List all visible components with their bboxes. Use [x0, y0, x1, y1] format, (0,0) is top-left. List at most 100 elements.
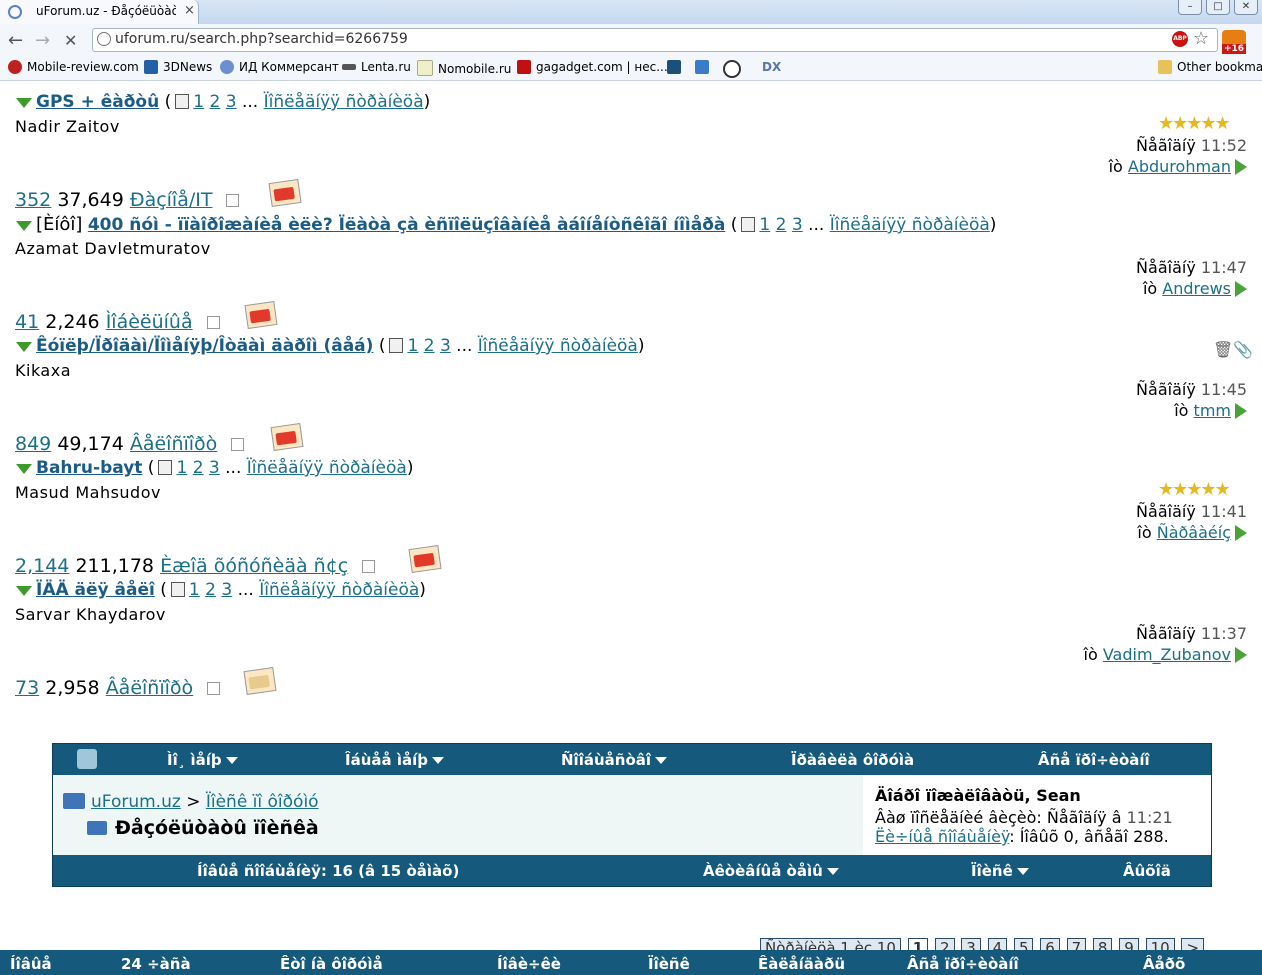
replies-link[interactable]: 73 [15, 677, 39, 699]
page-link[interactable]: 2 [205, 580, 216, 600]
search-link[interactable]: Ïîèñê [648, 955, 690, 973]
tab-close-icon[interactable]: × [184, 3, 195, 18]
new-posts-link[interactable]: Íîâûå ñîîáùåíèÿ: 16 (â 15 òåìàõ) [197, 862, 459, 880]
mark-all-read-link[interactable]: Âñå ïðî÷èòàíî [1038, 751, 1150, 769]
page-link[interactable]: 2 [424, 336, 435, 356]
thread-title-link[interactable]: Êóïëþ/Ïðîäàì/Ïîìåíÿþ/Îòäàì äàðîì (âåá) [36, 336, 373, 356]
replies-link[interactable]: 41 [15, 311, 39, 333]
go-to-last-post-icon[interactable] [1235, 159, 1247, 175]
bookmark-item[interactable]: 3DNews [144, 60, 212, 74]
page-link[interactable]: 1 [189, 580, 200, 600]
forward-button[interactable]: → [35, 30, 50, 51]
calendar-link[interactable]: Êàëåíäàðü [758, 955, 845, 973]
close-window-button[interactable]: ✕ [1234, 0, 1258, 15]
go-to-first-unread-icon[interactable] [16, 342, 32, 352]
bookmark-item[interactable]: Lenta.ru [342, 60, 411, 74]
bookmark-item[interactable]: DX [762, 60, 781, 74]
stop-button[interactable]: ✕ [64, 31, 77, 50]
select-checkbox[interactable] [207, 682, 221, 695]
search-menu[interactable]: Ïîèñê [971, 862, 1029, 880]
general-menu[interactable]: Îáùåå ìåíþ [345, 751, 444, 769]
last-poster-link[interactable]: tmm [1194, 401, 1231, 420]
bookmark-label: gagadget.com | нес... [536, 60, 668, 74]
thread-title-link[interactable]: 400 ñóì - ïïàîðîæàíèå èëè? Ïëàòà çà èñïî… [88, 215, 726, 235]
rss-icon[interactable] [77, 749, 97, 769]
adblock-icon[interactable]: ABP [1172, 31, 1188, 47]
page-link[interactable]: 1 [176, 458, 187, 478]
private-messages-link[interactable]: Ëè÷íûå ñîîáùåíèÿ [875, 827, 1009, 846]
go-to-first-unread-icon[interactable] [16, 464, 32, 474]
24h-link[interactable]: 24 ÷àñà [121, 955, 191, 973]
bookmark-item[interactable] [667, 60, 686, 74]
page-link[interactable]: 2 [209, 92, 220, 112]
active-topics-menu[interactable]: Àêòèâíûå òåìû [703, 862, 839, 880]
go-to-first-unread-icon[interactable] [16, 586, 32, 596]
breadcrumb-section-link[interactable]: Ïîèñê ïî ôîðóìó [206, 792, 319, 812]
breadcrumb-root-link[interactable]: uForum.uz [91, 792, 181, 812]
forum-rules-link[interactable]: Ïðàâèëà ôîðóìà [791, 751, 914, 769]
select-checkbox[interactable] [206, 316, 220, 329]
page-link[interactable]: 1 [759, 215, 770, 235]
last-page-link[interactable]: Ïîñëåäíÿÿ ñòðàíèöà [247, 458, 407, 478]
page-link[interactable]: 1 [193, 92, 204, 112]
go-to-last-post-icon[interactable] [1235, 403, 1247, 419]
select-checkbox[interactable] [231, 438, 245, 451]
go-to-first-unread-icon[interactable] [16, 98, 32, 108]
page-link[interactable]: 3 [226, 92, 237, 112]
forum-link[interactable]: Ìîáèëüíûå [106, 311, 193, 333]
mark-read-link[interactable]: Âñå ïðî÷èòàíî [907, 955, 1019, 973]
other-bookmarks[interactable]: Other bookmar [1158, 60, 1262, 74]
bookmark-item[interactable]: Nomobile.ru [417, 60, 511, 76]
minimize-button[interactable]: – [1178, 0, 1202, 15]
bookmark-item[interactable]: ИД Коммерсант [220, 60, 339, 74]
my-menu[interactable]: Ìî¸ ìåíþ [167, 751, 238, 769]
bookmark-item[interactable] [723, 60, 746, 78]
who-online-link[interactable]: Êòî íà ôîðóìå [280, 955, 383, 973]
page-link[interactable]: 3 [209, 458, 220, 478]
bookmark-item[interactable]: gagadget.com | нес... [517, 60, 668, 74]
maximize-button[interactable]: □ [1206, 0, 1230, 15]
bookmark-item[interactable]: Mobile-review.com [8, 60, 139, 74]
thread-title-link[interactable]: Bahru-bayt [36, 458, 142, 478]
go-to-first-unread-icon[interactable] [16, 221, 32, 231]
page-link[interactable]: 3 [440, 336, 451, 356]
page-link[interactable]: 2 [776, 215, 787, 235]
thread-title-link[interactable]: ÏÄÄ äëÿ âåëî [36, 580, 155, 600]
page-link[interactable]: 2 [193, 458, 204, 478]
top-link[interactable]: Âåðõ [1143, 955, 1185, 973]
newcomers-link[interactable]: Íîâè÷êè [497, 955, 561, 973]
replies-link[interactable]: 352 [15, 189, 51, 211]
bookmark-item[interactable] [695, 60, 714, 74]
forum-link[interactable]: Âåëîñïîðò [130, 433, 217, 455]
go-to-last-post-icon[interactable] [1235, 281, 1247, 297]
last-poster-link[interactable]: Ñàðâàéíç [1157, 523, 1231, 542]
extension-icon[interactable]: +16 [1222, 30, 1247, 54]
community-menu[interactable]: Ñîîáùåñòâî [561, 751, 668, 769]
last-page-link[interactable]: Ïîñëåäíÿÿ ñòðàíèöà [478, 336, 638, 356]
replies-link[interactable]: 2,144 [15, 555, 69, 577]
select-checkbox[interactable] [226, 194, 240, 207]
forum-link[interactable]: Ðàçíîå/IT [130, 189, 213, 211]
logout-link[interactable]: Âûõîä [1123, 862, 1171, 880]
page-link[interactable]: 3 [792, 215, 803, 235]
bookmark-star-icon[interactable]: ☆ [1193, 28, 1209, 49]
address-bar[interactable]: uforum.ru/search.php?searchid=6266759 [92, 28, 1218, 52]
forum-link[interactable]: Âåëîñïîðò [106, 677, 193, 699]
last-poster-link[interactable]: Vadim_Zubanov [1103, 645, 1231, 664]
last-page-link[interactable]: Ïîñëåäíÿÿ ñòðàíèöà [264, 92, 424, 112]
last-poster-link[interactable]: Abdurohman [1128, 157, 1231, 176]
last-page-link[interactable]: Ïîñëåäíÿÿ ñòðàíèöà [830, 215, 990, 235]
forum-link[interactable]: Èæîä õóñóñèäà ñ¢ç [160, 555, 348, 577]
back-button[interactable]: ← [8, 30, 23, 51]
browser-tab[interactable]: uForum.uz - Ðåçóëüòàòû ïî × [0, 0, 199, 24]
go-to-last-post-icon[interactable] [1235, 525, 1247, 541]
new-link[interactable]: Íîâûå [10, 955, 52, 973]
go-to-last-post-icon[interactable] [1235, 647, 1247, 663]
replies-link[interactable]: 849 [15, 433, 51, 455]
page-link[interactable]: 3 [221, 580, 232, 600]
thread-title-link[interactable]: GPS + êàðòû [36, 92, 159, 112]
last-poster-link[interactable]: Andrews [1162, 279, 1231, 298]
last-page-link[interactable]: Ïîñëåäíÿÿ ñòðàíèöà [259, 580, 419, 600]
select-checkbox[interactable] [362, 560, 376, 573]
page-link[interactable]: 1 [407, 336, 418, 356]
